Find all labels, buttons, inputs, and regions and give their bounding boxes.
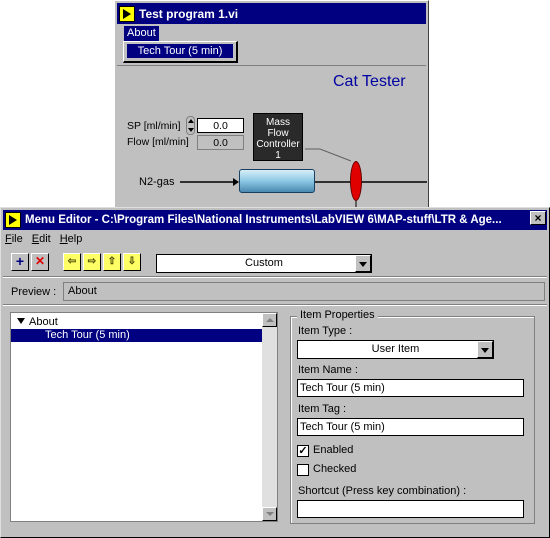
test-program-window: Test program 1.vi About Tech Tour (5 min… [114, 0, 429, 214]
tree-item-label: About [29, 316, 58, 328]
preview-label: Preview : [11, 286, 57, 298]
preview-divider [3, 304, 547, 306]
preview-field: About [63, 282, 545, 301]
shortcut-label: Shortcut (Press key combination) : [298, 485, 467, 497]
checked-checkbox[interactable] [297, 464, 309, 476]
menu-editor-window: Menu Editor - C:\Program Files\National … [0, 207, 550, 538]
menu-type-select[interactable]: Custom [156, 254, 372, 273]
item-properties-label: Item Properties [297, 309, 378, 321]
sp-label: SP [ml/min] [127, 120, 181, 132]
dropdown-item-tech-tour[interactable]: Tech Tour (5 min) [127, 44, 233, 58]
enabled-label: Enabled [313, 444, 354, 456]
test-program-menubar: About [117, 25, 426, 41]
menu-edit-mnemonic: E [31, 233, 40, 245]
menu-editor-title: Menu Editor - C:\Program Files\National … [25, 214, 502, 226]
chevron-down-icon[interactable] [355, 255, 371, 272]
flow-tube [239, 169, 315, 193]
test-program-title: Test program 1.vi [139, 6, 239, 21]
menu-file-mnemonic: F [5, 233, 12, 245]
scroll-down-icon[interactable] [262, 507, 277, 521]
menu-help-mnemonic: H [59, 233, 68, 245]
panel-title: Cat Tester [333, 73, 406, 90]
valve-icon [350, 161, 362, 201]
test-program-titlebar[interactable]: Test program 1.vi [117, 3, 426, 24]
item-type-value: User Item [371, 343, 420, 355]
menu-tree[interactable]: About Tech Tour (5 min) [10, 312, 278, 522]
menu-edit[interactable]: Edit [32, 232, 51, 247]
menu-edit-label: dit [39, 233, 51, 245]
item-name-input[interactable]: Tech Tour (5 min) [297, 379, 524, 397]
item-tag-input[interactable]: Tech Tour (5 min) [297, 418, 524, 436]
add-item-button[interactable]: + [11, 253, 29, 271]
sp-control[interactable]: 0.0 [197, 118, 244, 133]
menu-bar: File Edit Help [5, 232, 91, 247]
toolbar-divider [3, 276, 547, 278]
sp-increment-decrement[interactable] [186, 116, 195, 135]
move-down-button[interactable]: ⇩ [123, 253, 141, 271]
move-up-button[interactable]: ⇧ [103, 253, 121, 271]
close-button[interactable]: × [530, 211, 546, 225]
labview-vi-icon [119, 5, 135, 22]
shortcut-input[interactable] [297, 500, 524, 518]
tree-scrollbar[interactable] [262, 313, 277, 521]
tree-item-about[interactable]: About [11, 316, 263, 329]
item-type-label: Item Type : [298, 325, 353, 337]
menu-type-value: Custom [245, 257, 283, 269]
menu-file-label: ile [11, 233, 23, 245]
about-dropdown: Tech Tour (5 min) [123, 41, 238, 63]
mfc-line-1: Mass [266, 117, 290, 128]
menu-file[interactable]: File [5, 232, 23, 247]
expand-triangle-icon[interactable] [17, 318, 25, 324]
tree-item-tech-tour[interactable]: Tech Tour (5 min) [11, 329, 263, 342]
item-name-label: Item Name : [298, 364, 358, 376]
enabled-checkbox[interactable]: ✓ [297, 445, 309, 457]
checked-label: Checked [313, 463, 357, 475]
item-tag-label: Item Tag : [298, 403, 347, 415]
menu-editor-titlebar[interactable]: Menu Editor - C:\Program Files\National … [3, 210, 547, 230]
move-left-button[interactable]: ⇦ [63, 253, 81, 271]
mfc-line-2: Flow [267, 128, 289, 139]
tree-item-label: Tech Tour (5 min) [45, 329, 130, 341]
item-type-select[interactable]: User Item [297, 340, 494, 359]
move-right-button[interactable]: ⇨ [83, 253, 101, 271]
signal-wire [305, 148, 352, 162]
labview-app-icon [5, 212, 21, 228]
menu-about[interactable]: About [124, 26, 159, 41]
chevron-down-icon[interactable] [477, 341, 493, 358]
delete-item-button[interactable]: ✕ [31, 253, 49, 271]
scroll-up-icon[interactable] [262, 313, 277, 327]
menu-help[interactable]: Help [60, 232, 83, 247]
menu-help-label: elp [67, 233, 83, 245]
